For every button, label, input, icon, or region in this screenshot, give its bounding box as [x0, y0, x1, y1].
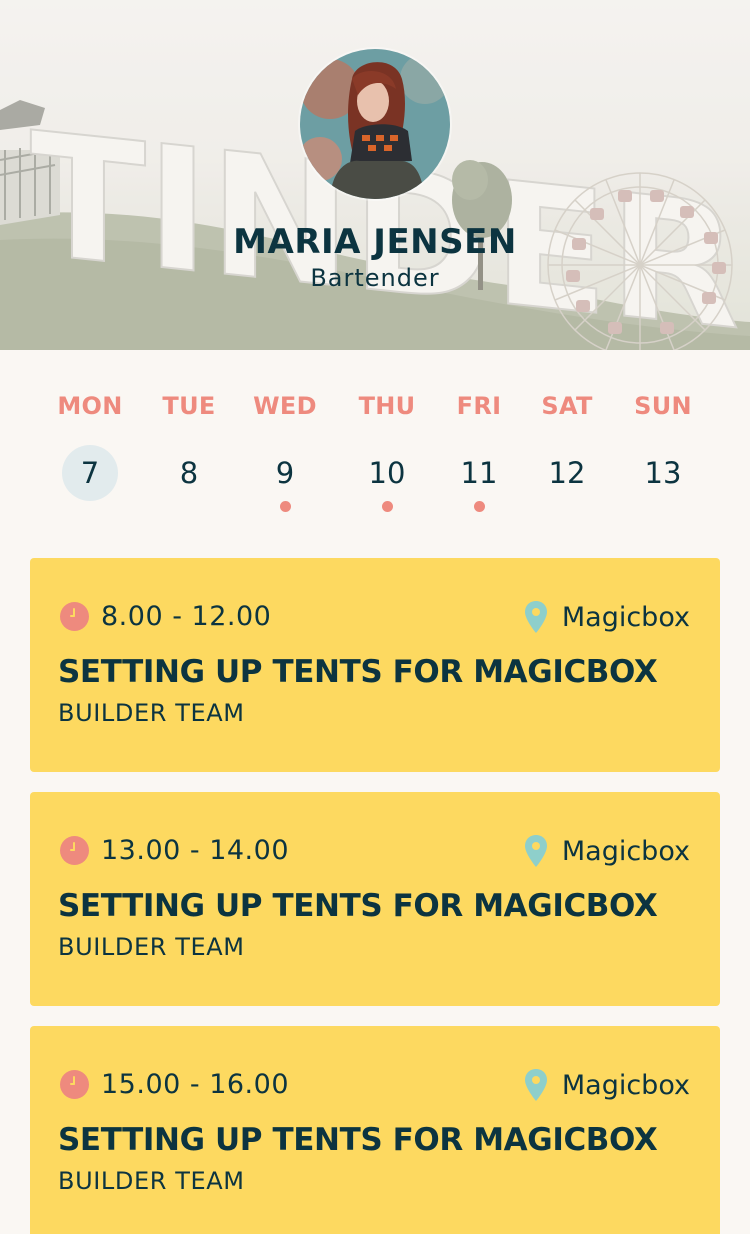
profile-name: MARIA JENSEN	[233, 222, 517, 262]
day-tue[interactable]: TUE 8	[141, 390, 237, 515]
day-number-wrap: 10	[359, 445, 415, 501]
event-dot	[382, 501, 393, 512]
day-number: 10	[368, 456, 406, 490]
shift-time-text: 15.00 - 16.00	[101, 1068, 289, 1100]
shift-title: SETTING UP TENTS FOR MAGICBOX	[58, 1122, 658, 1158]
location-pin-icon	[524, 1069, 547, 1101]
day-number: 12	[548, 456, 586, 490]
day-sat[interactable]: SAT 12	[519, 390, 615, 515]
shift-title: SETTING UP TENTS FOR MAGICBOX	[58, 888, 658, 924]
event-dot	[474, 501, 485, 512]
day-number: 13	[644, 456, 682, 490]
shift-team: BUILDER TEAM	[58, 699, 245, 727]
shift-team: BUILDER TEAM	[58, 933, 245, 961]
shift-location: Magicbox	[524, 834, 690, 868]
shift-title: SETTING UP TENTS FOR MAGICBOX	[58, 654, 658, 690]
day-fri[interactable]: FRI 11	[431, 390, 527, 515]
shift-time: 15.00 - 16.00	[60, 1068, 289, 1100]
day-mon[interactable]: MON 7	[42, 390, 138, 515]
shift-location: Magicbox	[524, 1068, 690, 1102]
shift-time: 13.00 - 14.00	[60, 834, 289, 866]
shift-card[interactable]: 15.00 - 16.00 Magicbox SETTING UP TENTS …	[30, 1026, 720, 1234]
shift-location-text: Magicbox	[561, 835, 690, 867]
day-number: 11	[460, 456, 498, 490]
week-calendar: MON 7 TUE 8 WED 9 THU 10 FRI 11 SAT 12 S…	[42, 390, 710, 520]
day-number-wrap: 11	[451, 445, 507, 501]
day-number-wrap: 13	[635, 445, 691, 501]
profile-photo	[300, 49, 450, 199]
clock-icon	[60, 835, 89, 865]
avatar[interactable]	[300, 49, 450, 199]
shift-location-text: Magicbox	[561, 1069, 690, 1101]
day-label: MON	[57, 392, 123, 420]
day-number: 7	[80, 456, 100, 490]
event-dot	[280, 501, 291, 512]
location-pin-icon	[524, 835, 547, 867]
profile-role: Bartender	[310, 264, 440, 292]
shift-card[interactable]: 13.00 - 14.00 Magicbox SETTING UP TENTS …	[30, 792, 720, 1006]
clock-icon	[60, 1069, 89, 1099]
day-label: SUN	[634, 392, 692, 420]
shift-location: Magicbox	[524, 600, 690, 634]
day-label: TUE	[162, 392, 216, 420]
day-wed[interactable]: WED 9	[237, 390, 333, 515]
shift-card[interactable]: 8.00 - 12.00 Magicbox SETTING UP TENTS F…	[30, 558, 720, 772]
clock-icon	[60, 601, 89, 631]
day-label: WED	[253, 392, 317, 420]
profile-header: TINDERBOX MARIA JENSEN Bartender	[0, 0, 750, 350]
shift-team: BUILDER TEAM	[58, 1167, 245, 1195]
shift-location-text: Magicbox	[561, 601, 690, 633]
day-number-wrap: 8	[161, 445, 217, 501]
shift-time: 8.00 - 12.00	[60, 600, 271, 632]
location-pin-icon	[524, 601, 547, 633]
day-thu[interactable]: THU 10	[339, 390, 435, 515]
day-number: 8	[179, 456, 199, 490]
day-number-wrap: 9	[257, 445, 313, 501]
day-number-wrap: 12	[539, 445, 595, 501]
day-label: THU	[358, 392, 416, 420]
selected-date-indicator: 7	[62, 445, 118, 501]
shift-time-text: 13.00 - 14.00	[101, 834, 289, 866]
day-label: FRI	[456, 392, 502, 420]
day-sun[interactable]: SUN 13	[615, 390, 711, 515]
shift-time-text: 8.00 - 12.00	[101, 600, 272, 632]
day-label: SAT	[541, 392, 593, 420]
day-number: 9	[275, 456, 295, 490]
